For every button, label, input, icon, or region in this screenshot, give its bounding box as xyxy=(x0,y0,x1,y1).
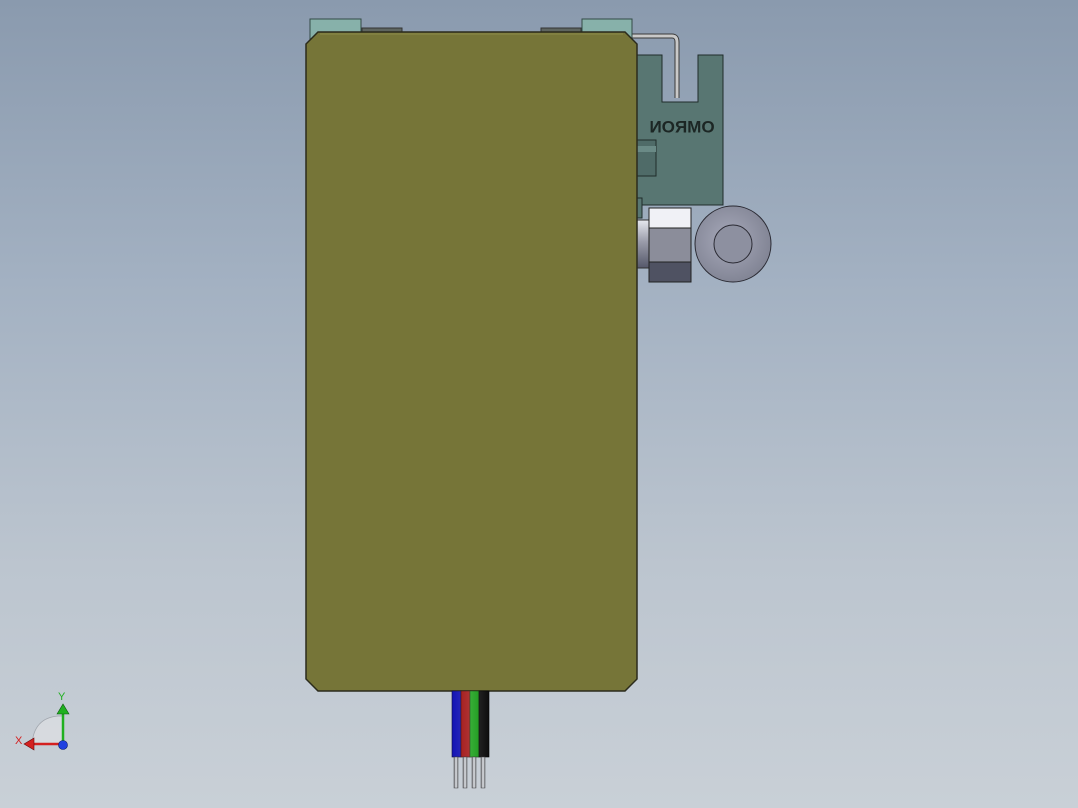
main-housing[interactable] xyxy=(305,31,638,692)
brand-text: OMRON xyxy=(649,117,714,136)
model-view[interactable]: OMRON Y X xyxy=(0,0,1078,808)
cable xyxy=(451,690,490,789)
conductor-pin xyxy=(462,756,468,789)
conductor-pin xyxy=(471,756,477,789)
orientation-triad[interactable]: Y X xyxy=(15,691,70,751)
roller-hub xyxy=(713,224,753,264)
conductor-pin xyxy=(453,756,459,789)
conductor-pin xyxy=(480,756,486,789)
x-axis-label: X xyxy=(15,735,23,747)
y-axis-label: Y xyxy=(58,691,66,703)
triad-plane xyxy=(31,715,64,745)
model-viewport[interactable]: OMRON Y X xyxy=(0,0,1078,808)
z-axis-dot xyxy=(58,740,68,750)
sensor-assembly: OMRON xyxy=(630,33,772,283)
sensor-tab xyxy=(635,139,657,177)
